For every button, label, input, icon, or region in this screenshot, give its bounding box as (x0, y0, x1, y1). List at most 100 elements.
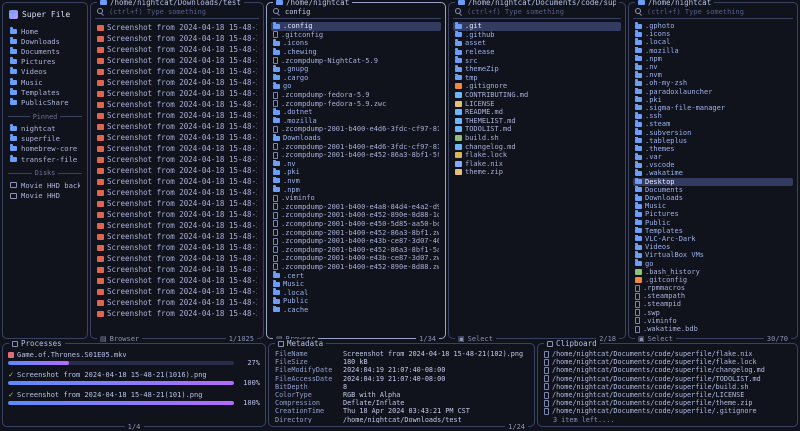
file-row[interactable]: .oh-my-zsh (633, 79, 793, 87)
file-row[interactable]: .icons (633, 30, 793, 38)
sidebar-pinned-item[interactable]: transfer-file (8, 154, 82, 164)
file-row[interactable]: .npm (271, 185, 441, 194)
file-row[interactable]: .zcompdump-2001-b400-e4d6-3fdc-cf97-8189… (271, 142, 441, 151)
file-row[interactable]: .wakatime.bdb (633, 325, 793, 333)
file-row[interactable]: .viminfo (633, 317, 793, 325)
file-row[interactable]: .zcompdump-2001-b400-e452-86a3-8bf1-5a0d (271, 245, 441, 254)
clipboard-item[interactable]: /home/nightcat/Documents/code/superfile/… (544, 407, 793, 415)
sidebar-pinned-item[interactable]: nightcat (8, 124, 82, 134)
file-row[interactable]: Screenshot from 2024-04-18 15-48-21(125)… (95, 297, 259, 308)
file-row[interactable]: Screenshot from 2024-04-18 15-48-21(111)… (95, 143, 259, 154)
file-row[interactable]: Public (633, 219, 793, 227)
sidebar-disk-item[interactable]: Movie HHD backup (8, 180, 82, 190)
sidebar-item[interactable]: PublicShare (8, 97, 82, 107)
file-row[interactable]: .zcompdump-2001-b400-e452-86a3-8bf1.zwc (271, 228, 441, 237)
file-row[interactable]: LICENSE (453, 99, 621, 108)
file-row[interactable]: .nvm (271, 177, 441, 186)
file-row[interactable]: .themes (633, 145, 793, 153)
sidebar-pinned-item[interactable]: homebrew-core (8, 144, 82, 154)
sidebar-item[interactable]: Music (8, 77, 82, 87)
file-row[interactable]: .pki (271, 168, 441, 177)
file-row[interactable]: .config (271, 22, 441, 31)
file-row[interactable]: .zcompdump-2001-b400-e452-86a3-8bf1-5f6c (271, 151, 441, 160)
clipboard-item[interactable]: /home/nightcat/Documents/code/superfile/… (544, 350, 793, 358)
file-row[interactable]: Public (271, 297, 441, 306)
file-row[interactable]: .cargo (271, 74, 441, 83)
file-row[interactable]: .zcompdump-NightCat-5.9 (271, 56, 441, 65)
file-row[interactable]: .dotnet (271, 108, 441, 117)
file-row[interactable]: .cache (271, 306, 441, 315)
file-row[interactable]: Screenshot from 2024-04-18 15-48-21(117)… (95, 209, 259, 220)
file-row[interactable]: themeZip (453, 65, 621, 74)
file-row[interactable]: .zcompdump-2001-b400-e43b-ce87-3d07.zwc (271, 254, 441, 263)
file-row[interactable]: Screenshot from 2024-04-18 15-48-21(103)… (95, 55, 259, 66)
file-row[interactable]: flake.lock (453, 151, 621, 160)
process-item[interactable]: Screenshot from 2024-04-18 15-48-21(101)… (8, 390, 260, 407)
file-row[interactable]: Downloads (271, 134, 441, 143)
file-row[interactable]: .wakatime (633, 169, 793, 177)
file-row[interactable]: release (453, 48, 621, 57)
file-row[interactable]: .viminfo (271, 194, 441, 203)
file-row[interactable]: Desktop (633, 178, 793, 186)
file-row[interactable]: Screenshot from 2024-04-18 15-48-21(118)… (95, 220, 259, 231)
file-row[interactable]: Screenshot from 2024-04-18 15-48-21(102)… (95, 44, 259, 55)
file-row[interactable]: Screenshot from 2024-04-18 15-48-21(104)… (95, 66, 259, 77)
file-row[interactable]: Screenshot from 2024-04-18 15-48-21(100)… (95, 22, 259, 33)
file-row[interactable]: .gnupg (271, 65, 441, 74)
sidebar-disk-item[interactable]: Movie HHD (8, 190, 82, 200)
file-row[interactable]: .subversion (633, 128, 793, 136)
file-row[interactable]: .zcompdump-2001-b400-e450-5d85-aa50-bc11 (271, 220, 441, 229)
file-row[interactable]: theme.zip (453, 168, 621, 177)
file-row[interactable]: .nvm (633, 71, 793, 79)
file-row[interactable]: go (271, 82, 441, 91)
file-row[interactable]: Screenshot from 2024-04-18 15-48-21(115)… (95, 187, 259, 198)
file-row[interactable]: TODOLIST.md (453, 125, 621, 134)
clipboard-item[interactable]: /home/nightcat/Documents/code/superfile/… (544, 366, 793, 374)
file-row[interactable]: Screenshot from 2024-04-18 15-48-21(114)… (95, 176, 259, 187)
file-row[interactable]: .nv (633, 63, 793, 71)
search-input[interactable]: (ctrl+f) Type something (95, 6, 259, 19)
file-row[interactable]: Screenshot from 2024-04-18 15-48-21(108)… (95, 110, 259, 121)
file-row[interactable]: Music (271, 280, 441, 289)
clipboard-item[interactable]: /home/nightcat/Documents/code/superfile/… (544, 358, 793, 366)
file-row[interactable]: .cert (271, 271, 441, 280)
file-row[interactable]: Screenshot from 2024-04-18 15-48-21(122)… (95, 264, 259, 275)
file-row[interactable]: Screenshot from 2024-04-18 15-48-21(105)… (95, 77, 259, 88)
process-item[interactable]: Game.of.Thrones.S01E05.mkv 27% (8, 350, 260, 367)
file-row[interactable]: .steampid (633, 300, 793, 308)
sidebar-item[interactable]: Pictures (8, 57, 82, 67)
file-row[interactable]: Screenshot from 2024-04-18 15-48-21(123)… (95, 275, 259, 286)
file-row[interactable]: .vscode (633, 161, 793, 169)
file-row[interactable]: .gitconfig (633, 276, 793, 284)
file-row[interactable]: Videos (633, 243, 793, 251)
file-row[interactable]: .zcompdump-2001-b400-e452-890e-8d88-1db3 (271, 211, 441, 220)
file-row[interactable]: Screenshot from 2024-04-18 15-48-21(116)… (95, 198, 259, 209)
file-row[interactable]: .icons (271, 39, 441, 48)
clipboard-item[interactable]: /home/nightcat/Documents/code/superfile/… (544, 383, 793, 391)
file-row[interactable]: go (633, 259, 793, 267)
file-row[interactable]: VLC-Arc-Dark (633, 235, 793, 243)
file-row[interactable]: build.sh (453, 134, 621, 143)
file-row[interactable]: flake.nix (453, 160, 621, 169)
file-row[interactable]: .zcompdump-2001-b400-e4d6-3fdc-cf97-8189… (271, 125, 441, 134)
file-row[interactable]: asset (453, 39, 621, 48)
clipboard-item[interactable]: /home/nightcat/Documents/code/superfile/… (544, 399, 793, 407)
file-row[interactable]: .zcompdump-fedora-5.9.zwc (271, 99, 441, 108)
file-row[interactable]: Music (633, 202, 793, 210)
file-row[interactable]: Screenshot from 2024-04-18 15-48-21(120)… (95, 242, 259, 253)
file-row[interactable]: .mozilla (271, 117, 441, 126)
file-row[interactable]: .zcompdump-fedora-5.9 (271, 91, 441, 100)
sidebar-item[interactable]: Downloads (8, 36, 82, 46)
file-row[interactable]: .local (271, 288, 441, 297)
file-row[interactable]: .paradoxlauncher (633, 88, 793, 96)
file-row[interactable]: Pictures (633, 210, 793, 218)
search-input[interactable]: (ctrl+f) Type something (633, 6, 793, 19)
file-row[interactable]: .rpmmacros (633, 284, 793, 292)
file-row[interactable]: Screenshot from 2024-04-18 15-48-21(106)… (95, 88, 259, 99)
file-row[interactable]: .sigma-file-manager (633, 104, 793, 112)
sidebar-pinned-item[interactable]: superfile (8, 134, 82, 144)
file-row[interactable]: .npm (633, 55, 793, 63)
file-row[interactable]: src (453, 56, 621, 65)
file-row[interactable]: Screenshot from 2024-04-18 15-48-21(112)… (95, 154, 259, 165)
file-row[interactable]: .steam (633, 120, 793, 128)
